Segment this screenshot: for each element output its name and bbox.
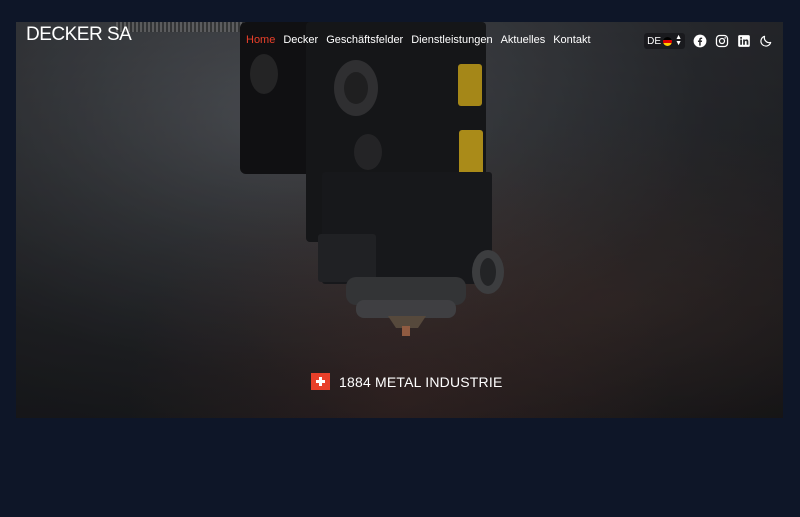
main-navigation: Home Decker Geschäftsfelder Dienstleistu… bbox=[246, 34, 591, 46]
nav-item-dienstleistungen[interactable]: Dienstleistungen bbox=[411, 34, 492, 46]
nav-item-decker[interactable]: Decker bbox=[283, 34, 318, 46]
nav-item-home[interactable]: Home bbox=[246, 34, 275, 46]
moon-icon[interactable] bbox=[759, 34, 773, 48]
nav-item-kontakt[interactable]: Kontakt bbox=[553, 34, 590, 46]
nav-item-geschaeftsfelder[interactable]: Geschäftsfelder bbox=[326, 34, 403, 46]
hero-tagline: 1884 METAL INDUSTRIE bbox=[311, 373, 503, 390]
hero-overlay bbox=[16, 22, 783, 418]
nav-item-aktuelles[interactable]: Aktuelles bbox=[501, 34, 546, 46]
germany-flag-icon bbox=[663, 36, 673, 46]
chevron-updown-icon: ▲ ▼ bbox=[675, 34, 682, 47]
language-code: DE bbox=[647, 35, 662, 47]
tagline-text: 1884 METAL INDUSTRIE bbox=[339, 373, 503, 390]
instagram-icon[interactable] bbox=[715, 34, 729, 48]
linkedin-icon[interactable] bbox=[737, 34, 751, 48]
language-selector[interactable]: DE ▲ ▼ bbox=[644, 33, 685, 49]
facebook-icon[interactable] bbox=[693, 34, 707, 48]
logo-text: DECKER SA bbox=[26, 24, 132, 45]
hero-banner: DECKER SA Home Decker Geschäftsfelder Di… bbox=[16, 22, 783, 418]
swiss-flag-icon bbox=[311, 373, 330, 390]
header-tools: DE ▲ ▼ bbox=[644, 33, 773, 49]
decker-logo[interactable]: DECKER SA bbox=[26, 24, 132, 46]
